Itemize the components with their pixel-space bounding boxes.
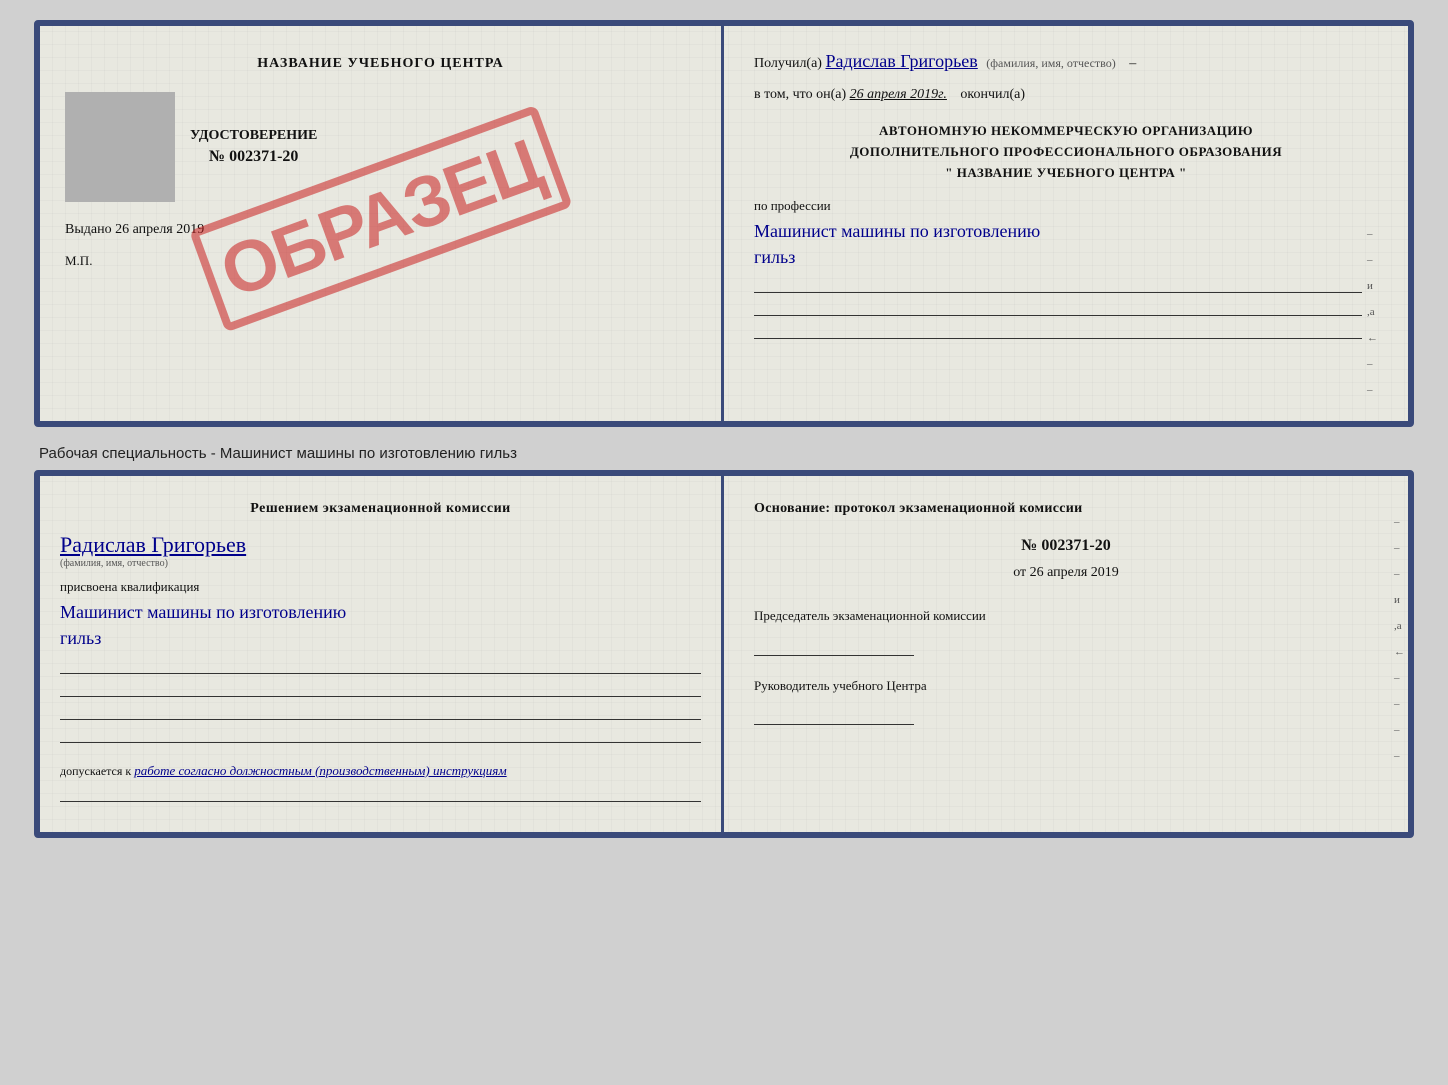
divider-text: Рабочая специальность - Машинист машины … [34,437,1414,470]
underline2 [754,298,1362,316]
head-signature-line [754,700,914,725]
bottom-right-edge-marks: – – – и ,а ← – – – – [1394,516,1405,762]
chair-signature-line [754,631,914,656]
basis-title: Основание: протокол экзаменационной коми… [754,501,1378,517]
top-cert-title: НАЗВАНИЕ УЧЕБНОГО ЦЕНТРА [65,56,696,72]
person-name: Радислав Григорьев [60,532,701,558]
top-cert-left: НАЗВАНИЕ УЧЕБНОГО ЦЕНТРА УДОСТОВЕРЕНИЕ №… [40,26,724,421]
bottom-cert-left: Решением экзаменационной комиссии Радисл… [40,476,724,831]
center-head-label: Руководитель учебного Центра [754,676,1378,696]
cert-number: № 002371-20 [190,148,317,166]
received-name: Радислав Григорьев [825,51,977,71]
profession-label: по профессии [754,198,1362,214]
underline1 [754,275,1362,293]
commission-chair-label: Председатель экзаменационной комиссии [754,606,1378,626]
person-subtitle: (фамилия, имя, отчество) [60,558,701,569]
photo-placeholder [65,92,175,202]
date-line: в том, что он(а) 26 апреля 2019г. окончи… [754,87,1378,103]
qual-underline1 [60,656,701,674]
qual-underline4 [60,725,701,743]
received-line: Получил(а) Радислав Григорьев (фамилия, … [754,51,1378,72]
right-edge-marks: – – и ,а ← – – [1367,198,1378,396]
qualification-val2: гильз [60,626,701,651]
allow-work: допускается к работе согласно должностны… [60,763,701,779]
stamp-area: УДОСТОВЕРЕНИЕ № 002371-20 [65,92,696,202]
cert-label: УДОСТОВЕРЕНИЕ [190,128,317,144]
underline3 [754,321,1362,339]
bottom-cert-right: Основание: протокол экзаменационной коми… [724,476,1408,831]
qual-underline2 [60,679,701,697]
allow-underline [60,784,701,802]
decision-title: Решением экзаменационной комиссии [60,501,701,517]
top-certificate: НАЗВАНИЕ УЧЕБНОГО ЦЕНТРА УДОСТОВЕРЕНИЕ №… [34,20,1414,427]
top-cert-right: Получил(а) Радислав Григорьев (фамилия, … [724,26,1408,421]
allow-work-val: работе согласно должностным (производств… [134,763,506,778]
org-block: АВТОНОМНУЮ НЕКОММЕРЧЕСКУЮ ОРГАНИЗАЦИЮ ДО… [754,121,1378,183]
cert-number-block: УДОСТОВЕРЕНИЕ № 002371-20 [190,128,317,166]
protocol-number: № 002371-20 [754,537,1378,555]
profession-val: Машинист машины по изготовлению [754,219,1362,244]
qual-underline3 [60,702,701,720]
issued-line: Выдано 26 апреля 2019 [65,222,696,238]
protocol-date: от 26 апреля 2019 [754,565,1378,581]
qualification-val: Машинист машины по изготовлению [60,600,701,625]
profession-val2: гильз [754,245,1362,270]
bottom-certificate: Решением экзаменационной комиссии Радисл… [34,470,1414,837]
person-block: Радислав Григорьев (фамилия, имя, отчест… [60,532,701,569]
qualification-label: присвоена квалификация [60,579,701,595]
mp-label: М.П. [65,253,696,269]
